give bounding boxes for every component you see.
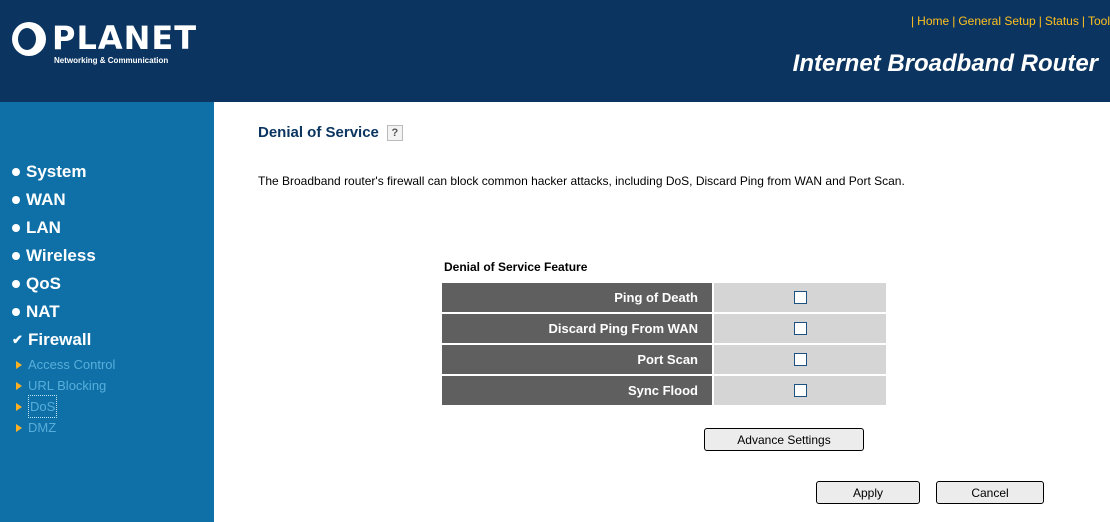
cancel-button[interactable]: Cancel: [936, 481, 1044, 504]
help-icon[interactable]: ?: [386, 124, 403, 141]
header: PLANET Networking & Communication | Home |…: [0, 0, 1110, 102]
arrow-right-icon: [16, 402, 22, 411]
sidebar-subitem-label: Access Control: [28, 357, 116, 372]
sidebar-subitem-label: URL Blocking: [28, 378, 107, 393]
table-row: Port Scan: [442, 345, 886, 374]
sidebar-item-label: Firewall: [28, 330, 92, 349]
bullet-icon: [12, 168, 20, 176]
feature-cell: [714, 283, 886, 312]
feature-table: Ping of Death Discard Ping From WAN Port…: [440, 281, 888, 407]
sidebar-subitem-label: DMZ: [28, 420, 57, 435]
feature-label-discard-ping: Discard Ping From WAN: [442, 314, 712, 343]
sidebar-item-label: QoS: [26, 274, 61, 293]
bullet-icon: [12, 252, 20, 260]
table-row: Sync Flood: [442, 376, 886, 405]
advance-settings-button[interactable]: Advance Settings: [704, 428, 864, 451]
main-content: Denial of Service ? The Broadband router…: [214, 102, 1110, 522]
planet-logo: PLANET Networking & Communication: [12, 18, 196, 70]
sync-flood-checkbox[interactable]: [793, 383, 807, 397]
bullet-icon: [12, 280, 20, 288]
sidebar-item-wan[interactable]: WAN: [12, 186, 212, 214]
sidebar-item-qos[interactable]: QoS: [12, 270, 212, 298]
sidebar-item-label: NAT: [26, 302, 60, 321]
nav-separator: |: [1038, 14, 1042, 28]
nav-link-tool[interactable]: Tool: [1088, 14, 1110, 28]
page-description: The Broadband router's firewall can bloc…: [258, 174, 905, 188]
nav-separator: |: [911, 14, 915, 28]
feature-label-port-scan: Port Scan: [442, 345, 712, 374]
checkmark-icon: ✔: [12, 332, 23, 347]
sidebar-subitem-dmz[interactable]: DMZ: [16, 417, 212, 438]
logo-subtitle: Networking & Communication: [54, 56, 169, 65]
arrow-right-icon: [16, 360, 22, 369]
router-title: Internet Broadband Router: [792, 50, 1098, 77]
sidebar-item-label: LAN: [26, 218, 61, 237]
bullet-icon: [12, 224, 20, 232]
sidebar-item-nat[interactable]: NAT: [12, 298, 212, 326]
page-title: Denial of Service ?: [258, 124, 403, 141]
firewall-submenu: Access Control URL Blocking DoS DMZ: [16, 354, 212, 438]
sidebar-item-label: System: [26, 162, 87, 181]
feature-cell: [714, 314, 886, 343]
sidebar-item-label: Wireless: [26, 246, 96, 265]
feature-section-title: Denial of Service Feature: [444, 260, 588, 274]
table-row: Discard Ping From WAN: [442, 314, 886, 343]
nav-link-status[interactable]: Status: [1045, 14, 1079, 28]
sidebar-item-firewall[interactable]: ✔ Firewall: [12, 326, 212, 354]
bullet-icon: [12, 308, 20, 316]
port-scan-checkbox[interactable]: [793, 352, 807, 366]
sidebar-item-wireless[interactable]: Wireless: [12, 242, 212, 270]
nav-separator: |: [1081, 14, 1085, 28]
arrow-right-icon: [16, 381, 22, 390]
arrow-right-icon: [16, 423, 22, 432]
logo-circle-icon: [12, 22, 46, 56]
table-row: Ping of Death: [442, 283, 886, 312]
feature-label-ping-of-death: Ping of Death: [442, 283, 712, 312]
sidebar-menu: System WAN LAN Wireless QoS NAT ✔ Firewal…: [12, 158, 212, 438]
sidebar-subitem-dos[interactable]: DoS: [16, 395, 212, 418]
sidebar-item-lan[interactable]: LAN: [12, 214, 212, 242]
sidebar-subitem-label: DoS: [28, 395, 58, 418]
nav-separator: |: [952, 14, 956, 28]
page-title-text: Denial of Service: [258, 124, 379, 141]
feature-cell: [714, 376, 886, 405]
top-nav: | Home | General Setup | Status | Tool: [908, 14, 1110, 28]
sidebar-item-system[interactable]: System: [12, 158, 212, 186]
nav-link-general-setup[interactable]: General Setup: [958, 14, 1035, 28]
nav-link-home[interactable]: Home: [917, 14, 949, 28]
sidebar-item-label: WAN: [26, 190, 66, 209]
sidebar: System WAN LAN Wireless QoS NAT ✔ Firewal…: [0, 102, 214, 522]
bullet-icon: [12, 196, 20, 204]
sidebar-subitem-url-blocking[interactable]: URL Blocking: [16, 375, 212, 396]
apply-button[interactable]: Apply: [816, 481, 920, 504]
logo-text: PLANET: [52, 19, 198, 57]
feature-label-sync-flood: Sync Flood: [442, 376, 712, 405]
feature-cell: [714, 345, 886, 374]
sidebar-subitem-access-control[interactable]: Access Control: [16, 354, 212, 375]
ping-of-death-checkbox[interactable]: [793, 290, 807, 304]
discard-ping-checkbox[interactable]: [793, 321, 807, 335]
